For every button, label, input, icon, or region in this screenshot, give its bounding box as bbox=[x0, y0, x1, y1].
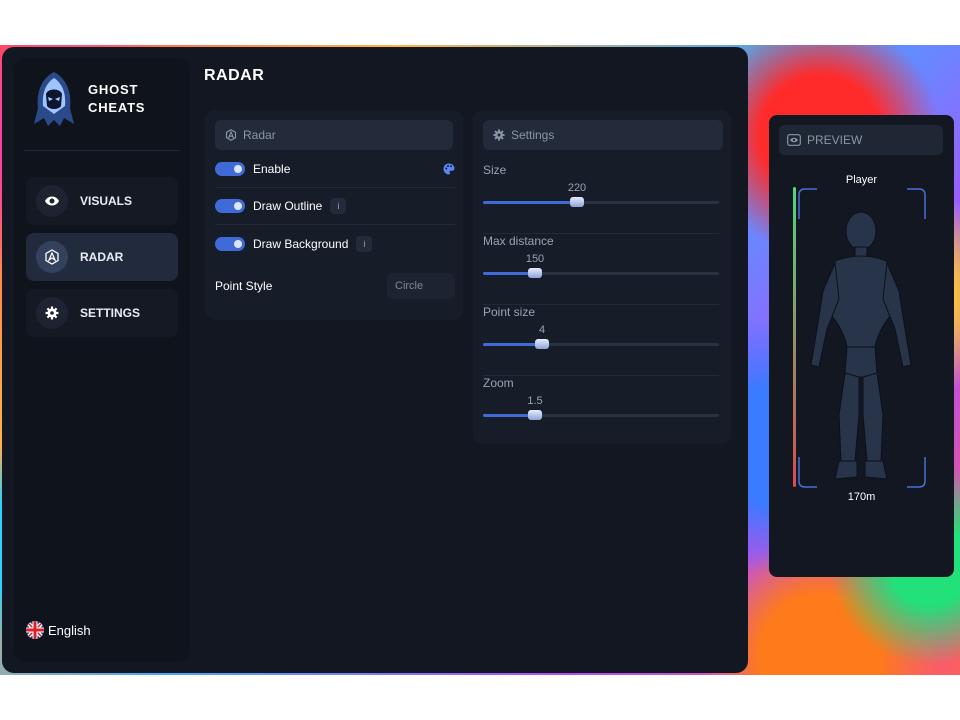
ghost-hood-icon bbox=[34, 72, 74, 126]
slider-thumb[interactable] bbox=[535, 339, 549, 349]
sidebar-item-settings[interactable]: SETTINGS bbox=[26, 289, 178, 337]
slider-zoom: Zoom 1.5 bbox=[483, 376, 719, 447]
player-model bbox=[810, 211, 912, 480]
radar-panel-header: Radar bbox=[215, 120, 453, 150]
preview-window: PREVIEW Player 170m bbox=[769, 115, 954, 577]
slider-label: Zoom bbox=[483, 376, 514, 390]
sidebar-item-visuals[interactable]: VISUALS bbox=[26, 177, 178, 225]
sidebar-item-label: SETTINGS bbox=[80, 306, 141, 320]
slider-label: Max distance bbox=[483, 234, 554, 248]
radar-icon bbox=[36, 241, 68, 273]
sidebar-item-label: RADAR bbox=[80, 250, 124, 264]
language-label: English bbox=[48, 622, 91, 638]
brand-name: GHOST CHEATS bbox=[88, 81, 145, 117]
sidebar-divider bbox=[24, 150, 180, 151]
slider-value: 4 bbox=[538, 324, 546, 336]
gear-icon bbox=[36, 297, 68, 329]
slider-value: 220 bbox=[567, 182, 587, 194]
slider-point-size: Point size 4 bbox=[483, 305, 719, 376]
settings-panel-header: Settings bbox=[483, 120, 723, 150]
point-style-row: Point Style Circle bbox=[215, 272, 455, 300]
draw-background-toggle[interactable] bbox=[215, 236, 245, 251]
sidebar-item-label: VISUALS bbox=[80, 194, 133, 208]
gear-icon bbox=[493, 129, 505, 141]
slider-thumb[interactable] bbox=[528, 410, 542, 420]
slider-track[interactable] bbox=[483, 268, 719, 278]
toggle-row-draw-outline: Draw Outline i bbox=[215, 188, 455, 225]
sidebar-item-radar[interactable]: RADAR bbox=[26, 233, 178, 281]
draw-outline-toggle[interactable] bbox=[215, 199, 245, 213]
settings-panel: Settings Size 220 Max distance 150 Point… bbox=[473, 110, 731, 444]
slider-thumb[interactable] bbox=[570, 197, 584, 207]
brand-logo: GHOST CHEATS bbox=[32, 69, 192, 129]
slider-label: Point size bbox=[483, 305, 536, 319]
language-selector[interactable]: English bbox=[26, 621, 91, 639]
toggle-row-draw-background: Draw Background i bbox=[215, 225, 455, 262]
slider-track[interactable] bbox=[483, 410, 719, 420]
sidebar: GHOST CHEATS VISUALS RADAR SETTINGS Engl… bbox=[14, 59, 190, 661]
uk-flag-icon bbox=[26, 621, 44, 639]
page-title: RADAR bbox=[204, 67, 265, 84]
cheat-menu-window: GHOST CHEATS VISUALS RADAR SETTINGS Engl… bbox=[2, 47, 748, 673]
slider-label: Size bbox=[483, 163, 507, 177]
eye-icon bbox=[36, 185, 68, 217]
point-style-select[interactable]: Circle bbox=[387, 273, 455, 299]
slider-max-distance: Max distance 150 bbox=[483, 234, 719, 305]
settings-panel-title: Settings bbox=[511, 128, 555, 142]
brand-line-2: CHEATS bbox=[88, 100, 146, 115]
radar-panel: Radar Enable Draw Outline i Draw Backgro… bbox=[205, 110, 463, 320]
slider-value: 150 bbox=[525, 253, 545, 265]
slider-track[interactable] bbox=[483, 339, 719, 349]
distance-label: 170m bbox=[847, 491, 876, 503]
slider-fill bbox=[483, 343, 542, 346]
info-icon[interactable]: i bbox=[330, 198, 347, 214]
slider-track[interactable] bbox=[483, 197, 719, 207]
enable-toggle[interactable] bbox=[215, 162, 245, 176]
brand-line-1: GHOST bbox=[88, 82, 139, 97]
toggle-row-enable: Enable bbox=[215, 151, 455, 188]
info-icon[interactable]: i bbox=[356, 235, 373, 252]
palette-icon[interactable] bbox=[443, 163, 455, 175]
point-style-label: Point Style bbox=[215, 279, 273, 293]
radar-icon bbox=[225, 129, 237, 141]
toggle-label: Enable bbox=[253, 162, 291, 176]
slider-size: Size 220 bbox=[483, 163, 719, 234]
slider-thumb[interactable] bbox=[528, 268, 542, 278]
slider-value: 1.5 bbox=[527, 395, 543, 407]
toggle-label: Draw Background bbox=[253, 236, 349, 251]
toggle-label: Draw Outline bbox=[253, 199, 323, 213]
radar-panel-title: Radar bbox=[243, 128, 276, 142]
slider-fill bbox=[483, 201, 577, 204]
